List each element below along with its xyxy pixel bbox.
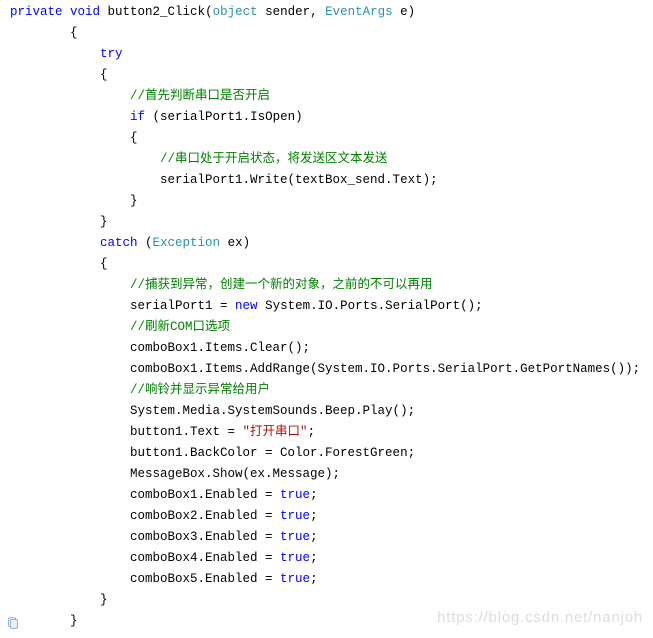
keyword-true: true <box>280 488 310 502</box>
code-line: { <box>10 68 108 82</box>
keyword-catch: catch <box>100 236 138 250</box>
code-line: button1.BackColor = Color.ForestGreen; <box>10 446 415 460</box>
code-block: private void button2_Click(object sender… <box>0 0 653 632</box>
keyword-try: try <box>100 47 123 61</box>
copy-icon[interactable] <box>6 616 20 630</box>
code-line: //响铃并显示异常给用户 <box>10 383 270 397</box>
code-line: comboBox1.Enabled = true; <box>10 488 318 502</box>
code-line: comboBox4.Enabled = true; <box>10 551 318 565</box>
code-line: try <box>10 47 123 61</box>
keyword-void: void <box>70 5 100 19</box>
code-line: //刷新COM口选项 <box>10 320 230 334</box>
code-line: MessageBox.Show(ex.Message); <box>10 467 340 481</box>
code-line: } <box>10 215 108 229</box>
code-line: serialPort1.Write(textBox_send.Text); <box>10 173 438 187</box>
keyword-private: private <box>10 5 63 19</box>
comment: //捕获到异常，创建一个新的对象，之前的不可以再用 <box>130 278 433 292</box>
code-line: catch (Exception ex) <box>10 236 250 250</box>
comment: //刷新COM口选项 <box>130 320 230 334</box>
code-line: { <box>10 131 138 145</box>
code-line: //捕获到异常，创建一个新的对象，之前的不可以再用 <box>10 278 433 292</box>
code-line: private void button2_Click(object sender… <box>10 5 415 19</box>
comment: //首先判断串口是否开启 <box>130 89 270 103</box>
code-line: //首先判断串口是否开启 <box>10 89 270 103</box>
param-type-eventargs: EventArgs <box>325 5 393 19</box>
code-line: comboBox1.Items.AddRange(System.IO.Ports… <box>10 362 640 376</box>
comment: //响铃并显示异常给用户 <box>130 383 270 397</box>
code-line: comboBox3.Enabled = true; <box>10 530 318 544</box>
code-line: System.Media.SystemSounds.Beep.Play(); <box>10 404 415 418</box>
code-line: button1.Text = "打开串口"; <box>10 425 315 439</box>
keyword-true: true <box>280 509 310 523</box>
keyword-new: new <box>235 299 258 313</box>
param-type-object: object <box>213 5 258 19</box>
keyword-if: if <box>130 110 145 124</box>
code-line: comboBox2.Enabled = true; <box>10 509 318 523</box>
keyword-true: true <box>280 551 310 565</box>
watermark: https://blog.csdn.net/nanjoh <box>437 605 643 630</box>
code-line: } <box>10 194 138 208</box>
code-line: //串口处于开启状态，将发送区文本发送 <box>10 152 388 166</box>
code-line: } <box>10 593 108 607</box>
code-line: { <box>10 26 78 40</box>
method-name: button2_Click( <box>100 5 213 19</box>
comment: //串口处于开启状态，将发送区文本发送 <box>160 152 388 166</box>
keyword-true: true <box>280 530 310 544</box>
code-line: if (serialPort1.IsOpen) <box>10 110 303 124</box>
code-line: comboBox1.Items.Clear(); <box>10 341 310 355</box>
string-literal: "打开串口" <box>243 425 308 439</box>
param-type-exception: Exception <box>153 236 221 250</box>
code-line: serialPort1 = new System.IO.Ports.Serial… <box>10 299 483 313</box>
code-line: { <box>10 257 108 271</box>
keyword-true: true <box>280 572 310 586</box>
code-line: } <box>10 614 78 628</box>
code-line: comboBox5.Enabled = true; <box>10 572 318 586</box>
